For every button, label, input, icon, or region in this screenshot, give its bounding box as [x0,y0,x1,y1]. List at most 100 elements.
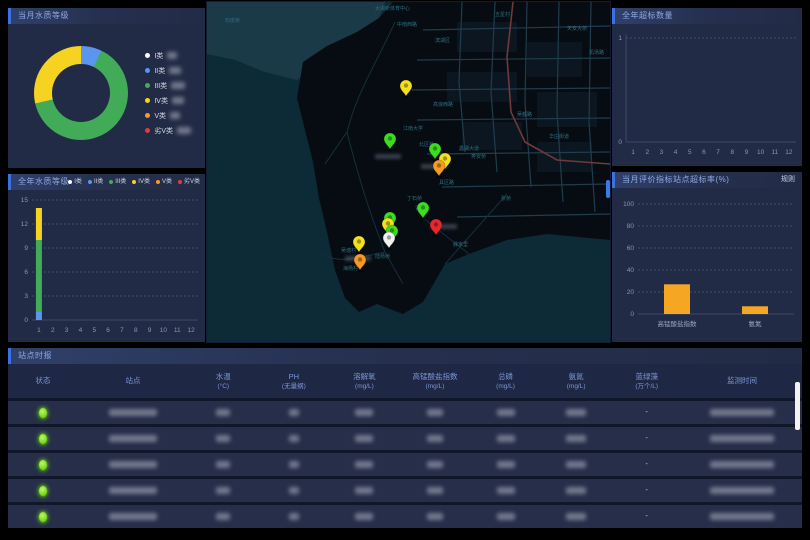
legend-dot-icon [178,180,182,184]
table-row[interactable]: - [8,505,802,528]
legend-item: II类 [88,174,103,190]
map-canvas[interactable]: 石皮桥太湖新体育中心中南西路滨湖区五星村天安大桥机场路高浪西路吴都路江南大学北区… [207,2,610,342]
value-cell [682,409,802,416]
panel-year-exceed-count: 全年超标数量 01123456789101112 [612,8,802,166]
year-grade-legend: I类II类III类IV类V类劣V类 [68,174,200,190]
redacted-value [109,461,157,468]
value-cell [259,435,330,442]
redacted-value [427,461,443,468]
map-place-label: 五星村 [495,11,510,18]
legend-label: III类 [115,174,126,190]
redacted-value [216,461,230,468]
station-table: 状态站点水温(°C)PH(无量纲)溶解氧(mg/L)高锰酸盐指数(mg/L)总磷… [8,364,802,528]
station-table-header: 状态站点水温(°C)PH(无量纲)溶解氧(mg/L)高锰酸盐指数(mg/L)总磷… [8,364,802,398]
redacted-value [172,97,184,104]
map-place-label: 太湖新体育中心 [375,5,410,12]
status-normal-icon [38,511,48,523]
map-place-label: 具区路 [439,179,454,186]
svg-text:5: 5 [92,327,96,334]
status-normal-icon [38,459,48,471]
column-title: 蓝绿藻 [611,371,682,382]
map-place-label: 中南西路 [397,21,417,28]
map-place-label: 石皮桥 [225,17,240,24]
map-scrollbar[interactable] [606,180,610,198]
value-cell: - [611,461,682,468]
status-normal-icon [38,433,48,445]
table-scrollbar[interactable] [795,382,800,430]
redacted-value [109,409,157,416]
value-cell [541,409,612,416]
column-title: 水温 [188,371,259,382]
table-row[interactable]: - [8,479,802,502]
svg-text:2: 2 [645,149,649,156]
column-title: 总磷 [470,371,541,382]
value-cell [400,461,471,468]
column-header: 站点 [78,375,188,386]
legend-dot-icon [156,180,160,184]
value-cell [400,487,471,494]
panel-year-water-grade: 全年水质等级 I类II类III类IV类V类劣V类 036912151234567… [8,174,205,342]
column-unit: (万个/L) [611,382,682,392]
legend-dot-icon [145,113,150,118]
station-map[interactable]: 石皮桥太湖新体育中心中南西路滨湖区五星村天安大桥机场路高浪西路吴都路江南大学北区… [207,2,610,342]
value-cell [470,461,541,468]
value-cell [541,513,612,520]
value-cell [329,435,400,442]
value-cell: - [611,409,682,416]
legend-item: IV类 [145,93,191,108]
svg-text:2: 2 [51,327,55,334]
value-cell [259,461,330,468]
svg-text:4: 4 [79,327,83,334]
value-cell [470,513,541,520]
value-cell [682,435,802,442]
legend-dot-icon [109,180,113,184]
value-cell [259,409,330,416]
column-header: 溶解氧(mg/L) [329,371,400,392]
column-header: 蓝绿藻(万个/L) [611,371,682,392]
redacted-value [710,461,774,468]
rules-link[interactable]: 规则 [781,172,795,188]
svg-text:100: 100 [623,201,634,208]
column-title: 状态 [8,375,78,386]
value-cell [259,487,330,494]
status-cell [8,433,78,445]
table-row[interactable]: - [8,401,802,424]
legend-label: I类 [154,51,163,61]
table-row[interactable]: - [8,453,802,476]
svg-text:15: 15 [21,197,29,204]
svg-text:6: 6 [702,149,706,156]
value-cell [329,409,400,416]
legend-label: 劣V类 [154,126,173,136]
panel-title: 全年水质等级 [18,174,69,190]
svg-text:高锰酸盐指数: 高锰酸盐指数 [658,319,698,328]
value-cell [470,487,541,494]
svg-text:0: 0 [24,317,28,324]
status-cell [8,459,78,471]
redacted-value [167,52,177,59]
status-cell [8,511,78,523]
column-title: 监测时间 [682,375,802,386]
redacted-value [710,487,774,494]
redacted-value [109,435,157,442]
table-row[interactable]: - [8,427,802,450]
redacted-value [497,513,515,520]
value-cell [78,409,188,416]
year-grade-stacked-bar-chart: 03691215123456789101112 [8,190,205,342]
redacted-value [355,435,373,442]
map-place-label: 天安大桥 [567,25,587,32]
redacted-value [710,513,774,520]
panel-title: 当月水质等级 [18,8,69,24]
redacted-value [566,409,586,416]
legend-dot-icon [132,180,136,184]
column-unit: (mg/L) [329,382,400,392]
svg-text:11: 11 [771,149,778,156]
map-place-label: 张桥 [501,195,511,202]
month-exceed-rate-bar-chart: 020406080100高锰酸盐指数氨氮 [612,188,802,342]
donut-hole [52,64,110,122]
redacted-value [497,409,515,416]
map-place-label: 滨湖区 [435,37,450,44]
svg-text:3: 3 [65,327,69,334]
panel-title: 当月评价指标站点超标率(%) [622,172,729,188]
svg-text:12: 12 [785,149,793,156]
redacted-value [216,409,230,416]
